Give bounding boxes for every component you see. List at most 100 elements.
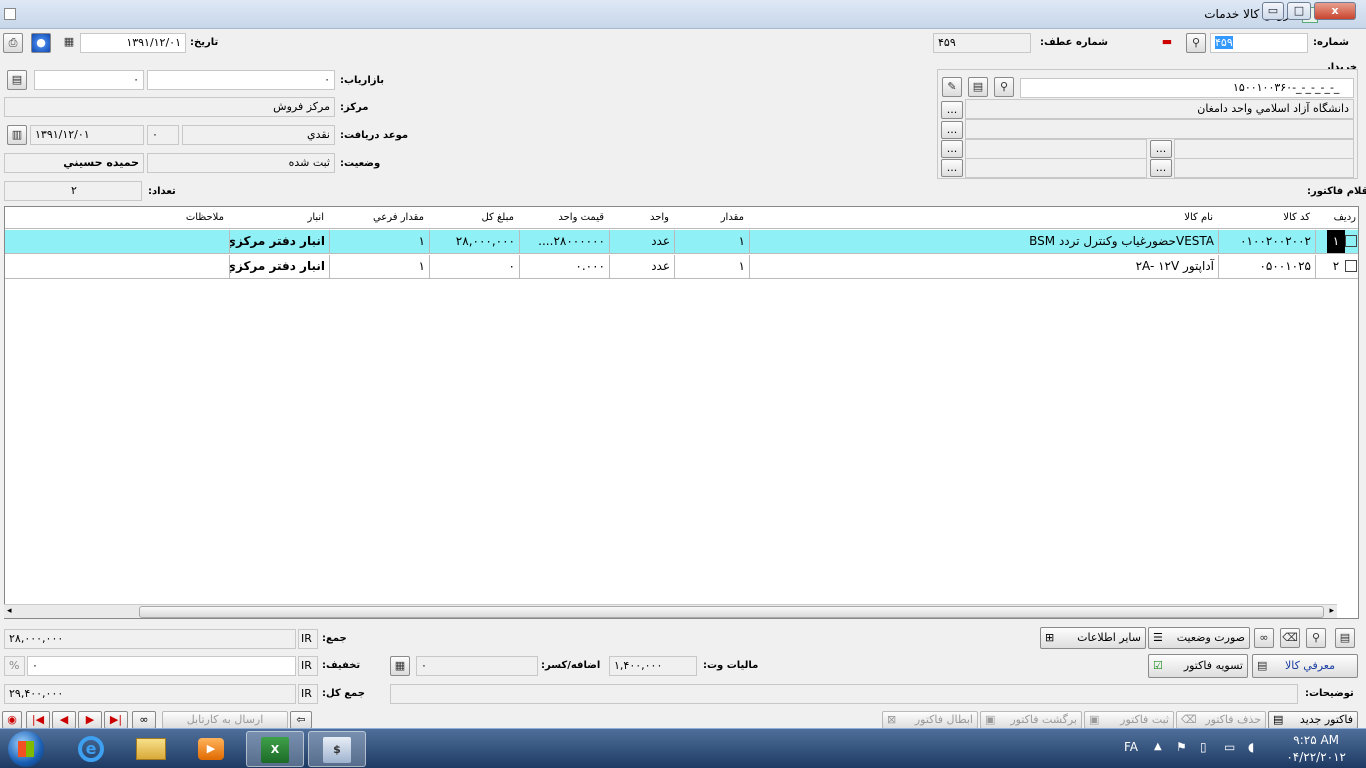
sub-qty-cell[interactable]: ۱ <box>329 230 429 254</box>
ref-number-field[interactable]: ۴۵۹ <box>933 33 1031 53</box>
delete-invoice-button[interactable]: ⌫ حذف فاكتور <box>1176 711 1266 729</box>
count-field[interactable]: ۲ <box>4 181 142 201</box>
send-to-cardex-button[interactable]: ارسال به كارتابل <box>162 711 288 729</box>
copy-icon[interactable]: ▤ <box>7 70 27 90</box>
status-field[interactable]: ثبت شده <box>147 153 335 173</box>
return-invoice-button[interactable]: ▣ برگشت فاكتور <box>980 711 1082 729</box>
settle-invoice-button[interactable]: ☑ تسويه فاكتور <box>1148 654 1248 678</box>
row-number-cell[interactable]: ۲ <box>1315 255 1358 279</box>
col-notes[interactable]: ملاحظات <box>5 207 228 229</box>
close-button[interactable]: x <box>1314 2 1356 20</box>
scroll-right-icon[interactable]: ▸ <box>1329 606 1334 616</box>
display-icon[interactable]: ▭ <box>1224 740 1235 754</box>
col-code[interactable]: كد كالا <box>1218 207 1314 229</box>
center-field[interactable]: مركز فروش <box>4 97 335 117</box>
register-invoice-button[interactable]: ▣ ثبت فاكتور <box>1084 711 1174 729</box>
code-cell[interactable]: ۰۵۰۰۱۰۲۵ <box>1218 255 1315 279</box>
due-days-field[interactable]: ۰ <box>147 125 179 145</box>
table-row[interactable]: ۱ ۰۱۰۰۲۰۰۲۰۰۲ VESTAحضورغياب وكنترل تردد … <box>5 230 1358 254</box>
marketer-field[interactable]: ۰ <box>147 70 335 90</box>
buyer-field-3b[interactable] <box>1174 139 1354 159</box>
cancel-invoice-button[interactable]: ⊠ ابطال فاكتور <box>882 711 978 729</box>
vat-field[interactable]: ۱,۴۰۰,۰۰۰ <box>609 656 697 676</box>
total-cell[interactable]: ۲۸,۰۰۰,۰۰۰ <box>429 230 519 254</box>
buyer-lookup-button-6[interactable]: ... <box>1150 159 1172 177</box>
row-edit-icon[interactable] <box>1345 235 1357 247</box>
row-edit-icon[interactable] <box>1345 260 1357 272</box>
flag-icon[interactable]: ▬ <box>1157 33 1177 53</box>
number-field[interactable]: ۴۵۹ <box>1210 33 1308 53</box>
start-button[interactable] <box>8 731 44 767</box>
status-report-button[interactable]: ☰ صورت وضعيت <box>1148 627 1250 649</box>
buyer-field-3a[interactable] <box>965 139 1147 159</box>
previous-record-icon[interactable]: ◀ <box>52 711 76 729</box>
buyer-lookup-button-3[interactable]: ... <box>941 140 963 158</box>
find-icon[interactable]: ⚲ <box>994 77 1014 97</box>
unit-cell[interactable]: عدد <box>609 230 674 254</box>
language-indicator[interactable]: FA <box>1124 740 1138 754</box>
clipboard-icon[interactable]: ▥ <box>7 125 27 145</box>
notes-cell[interactable] <box>5 230 229 254</box>
discount-field[interactable]: ۰ <box>27 656 296 676</box>
grand-total-field[interactable]: ۲۹,۴۰۰,۰۰۰ <box>4 684 296 704</box>
system-menu-icon[interactable] <box>4 8 16 20</box>
volume-icon[interactable]: ◖ <box>1248 740 1254 754</box>
unit-cell[interactable]: عدد <box>609 255 674 279</box>
unit-price-cell[interactable]: ۲۸۰۰۰۰۰۰.... <box>519 230 609 254</box>
col-name[interactable]: نام كالا <box>749 207 1217 229</box>
sum-field[interactable]: ۲۸,۰۰۰,۰۰۰ <box>4 629 296 649</box>
unit-price-cell[interactable]: ۰.۰۰۰ <box>519 255 609 279</box>
percent-field[interactable]: % <box>4 656 25 676</box>
buyer-lookup-button-4[interactable]: ... <box>1150 140 1172 158</box>
col-qty[interactable]: مقدار <box>674 207 748 229</box>
network-icon[interactable]: ⚑ <box>1176 740 1187 754</box>
add-subtract-field[interactable]: ۰ <box>416 656 538 676</box>
buyer-field-4b[interactable] <box>1174 158 1354 178</box>
document-list-icon[interactable]: ▤ <box>1335 628 1355 648</box>
table-row[interactable]: ۲ ۰۵۰۰۱۰۲۵ آداپتور ۲A- ۱۲V ۱ عدد ۰.۰۰۰ ۰… <box>5 255 1358 279</box>
buyer-field-4a[interactable] <box>965 158 1147 178</box>
taskbar-media[interactable]: ▶ <box>182 731 240 767</box>
buyer-name-field[interactable]: دانشگاه آزاد اسلامي واحد دامغان <box>965 99 1354 119</box>
name-cell[interactable]: آداپتور ۲A- ۱۲V <box>749 255 1218 279</box>
document-icon[interactable]: ▤ <box>968 77 988 97</box>
col-unit-price[interactable]: قيمت واحد <box>519 207 608 229</box>
taskbar-ie[interactable]: e <box>62 731 120 767</box>
search-icon[interactable]: ⚲ <box>1186 33 1206 53</box>
trash-icon[interactable]: ⌫ <box>1280 628 1300 648</box>
due-type-field[interactable]: نقدي <box>182 125 335 145</box>
last-record-icon[interactable]: ▶| <box>104 711 128 729</box>
warehouse-cell[interactable]: انبار دفتر مركزي <box>229 255 329 279</box>
buyer-lookup-button-2[interactable]: ... <box>941 121 963 139</box>
next-record-icon[interactable]: ▶ <box>78 711 102 729</box>
taskbar-excel[interactable]: X <box>246 731 304 767</box>
total-cell[interactable]: ۰ <box>429 255 519 279</box>
date-field[interactable]: ۱۳۹۱/۱۲/۰۱ <box>80 33 186 53</box>
notes-field[interactable] <box>390 684 1298 704</box>
calendar-icon[interactable]: ▦ <box>59 33 79 53</box>
user-field[interactable]: حميده حسيني <box>4 153 144 173</box>
device-icon[interactable]: ▯ <box>1200 740 1207 754</box>
first-record-icon[interactable]: |◀ <box>26 711 50 729</box>
taskbar-explorer[interactable] <box>122 731 180 767</box>
minimize-button[interactable]: ▭ <box>1262 2 1284 20</box>
zoom-icon[interactable]: ⚲ <box>1306 628 1326 648</box>
col-unit[interactable]: واحد <box>609 207 673 229</box>
due-date-field[interactable]: ۱۳۹۱/۱۲/۰۱ <box>30 125 144 145</box>
calculator-icon[interactable]: ▦ <box>390 656 410 676</box>
scroll-left-icon[interactable]: ◂ <box>7 606 12 616</box>
clock[interactable]: ۹:۲۵ AM ۰۴/۲۲/۲۰۱۲ <box>1286 732 1346 766</box>
introduce-goods-button[interactable]: ▤ معرفي كالا <box>1252 654 1358 678</box>
buyer-field-2[interactable] <box>965 119 1354 139</box>
code-cell[interactable]: ۰۱۰۰۲۰۰۲۰۰۲ <box>1218 230 1315 254</box>
new-invoice-button[interactable]: ▤ فاكتور جديد <box>1268 711 1358 729</box>
row-number-cell[interactable]: ۱ <box>1315 230 1358 254</box>
marketer-code-field[interactable]: ۰ <box>34 70 144 90</box>
col-warehouse[interactable]: انبار <box>229 207 328 229</box>
edit-icon[interactable]: ✎ <box>942 77 962 97</box>
qty-cell[interactable]: ۱ <box>674 230 749 254</box>
maximize-button[interactable]: □ <box>1287 2 1311 20</box>
horizontal-scrollbar[interactable]: ◂ ▸ <box>4 604 1337 618</box>
print-icon[interactable]: ⎙ <box>3 33 23 53</box>
sub-qty-cell[interactable]: ۱ <box>329 255 429 279</box>
